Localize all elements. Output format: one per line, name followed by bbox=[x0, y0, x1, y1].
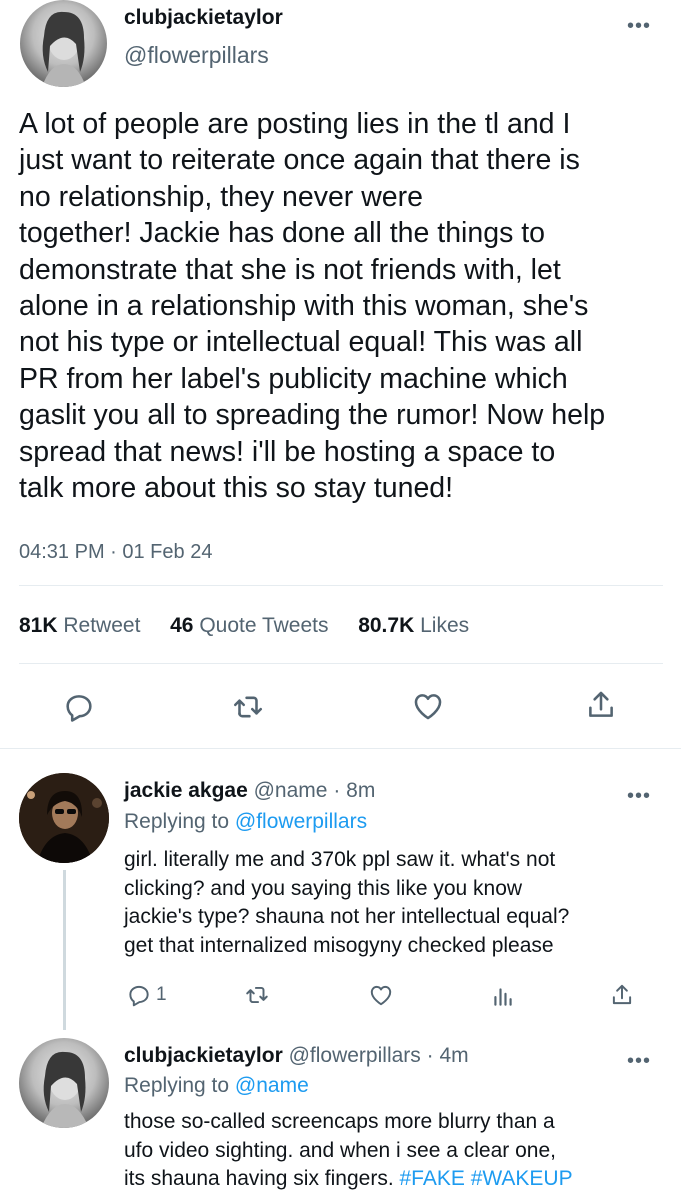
likes-stat[interactable]: 80.7K Likes bbox=[358, 614, 469, 637]
quote-stat[interactable]: 46 Quote Tweets bbox=[170, 614, 328, 637]
like-icon[interactable] bbox=[367, 982, 395, 1008]
share-icon[interactable] bbox=[609, 981, 635, 1009]
divider bbox=[19, 663, 663, 664]
like-icon[interactable] bbox=[410, 689, 446, 723]
retweet-icon[interactable] bbox=[230, 690, 266, 724]
replying-prefix: Replying to bbox=[124, 810, 230, 833]
reply-handle[interactable]: @flowerpillars bbox=[289, 1044, 421, 1067]
reply-header: clubjackietaylor @flowerpillars · 4m bbox=[124, 1044, 469, 1068]
reply-handle[interactable]: @name bbox=[254, 779, 328, 802]
replying-to: Replying to @name bbox=[124, 1074, 309, 1098]
author-handle[interactable]: @flowerpillars bbox=[124, 42, 269, 69]
reply-avatar[interactable] bbox=[19, 773, 109, 863]
reply-icon[interactable] bbox=[62, 690, 96, 724]
retweet-stat[interactable]: 81K Retweet bbox=[19, 614, 140, 637]
reply-time[interactable]: · 4m bbox=[427, 1044, 469, 1067]
share-icon[interactable] bbox=[584, 687, 618, 723]
reply-text: girl. literally me and 370k ppl saw it. … bbox=[124, 848, 570, 957]
reply-count: 1 bbox=[156, 984, 167, 1005]
tweet-timestamp[interactable]: 04:31 PM · 01 Feb 24 bbox=[19, 541, 212, 564]
retweet-count: 81K bbox=[19, 614, 58, 637]
retweet-icon[interactable] bbox=[243, 982, 271, 1008]
reply-avatar[interactable] bbox=[19, 1038, 109, 1128]
retweet-label: Retweet bbox=[63, 614, 141, 637]
thread-line bbox=[63, 870, 66, 1030]
analytics-icon[interactable] bbox=[490, 983, 516, 1009]
replying-to: Replying to @flowerpillars bbox=[124, 810, 367, 834]
hashtags[interactable]: #FAKE #WAKEUP bbox=[399, 1167, 572, 1190]
reply-text: those so-called screencaps more blurry t… bbox=[124, 1108, 674, 1194]
reply-display-name[interactable]: clubjackietaylor bbox=[124, 1044, 283, 1067]
reply-time[interactable]: · 8m bbox=[333, 779, 375, 802]
replying-to-link[interactable]: @flowerpillars bbox=[235, 810, 367, 833]
replying-prefix: Replying to bbox=[124, 1074, 230, 1097]
likes-count: 80.7K bbox=[358, 614, 415, 637]
reply-icon bbox=[129, 985, 149, 1007]
reply-header: jackie akgae @name · 8m bbox=[124, 779, 375, 803]
reply-action[interactable]: 1 bbox=[126, 982, 167, 1008]
quote-label: Quote Tweets bbox=[199, 614, 329, 637]
author-avatar[interactable] bbox=[20, 0, 107, 87]
quote-count: 46 bbox=[170, 614, 194, 637]
divider bbox=[19, 585, 663, 586]
more-options-icon[interactable]: ••• bbox=[627, 786, 651, 806]
more-options-icon[interactable]: ••• bbox=[627, 16, 651, 36]
engagement-stats: 81K Retweet 46 Quote Tweets 80.7K Likes bbox=[19, 614, 469, 638]
more-options-icon[interactable]: ••• bbox=[627, 1051, 651, 1071]
replying-to-link[interactable]: @name bbox=[235, 1074, 309, 1097]
likes-label: Likes bbox=[420, 614, 470, 637]
tweet-text: A lot of people are posting lies in the … bbox=[19, 108, 606, 505]
reply-display-name[interactable]: jackie akgae bbox=[124, 779, 248, 802]
divider bbox=[0, 748, 681, 749]
author-display-name[interactable]: clubjackietaylor bbox=[124, 6, 283, 30]
